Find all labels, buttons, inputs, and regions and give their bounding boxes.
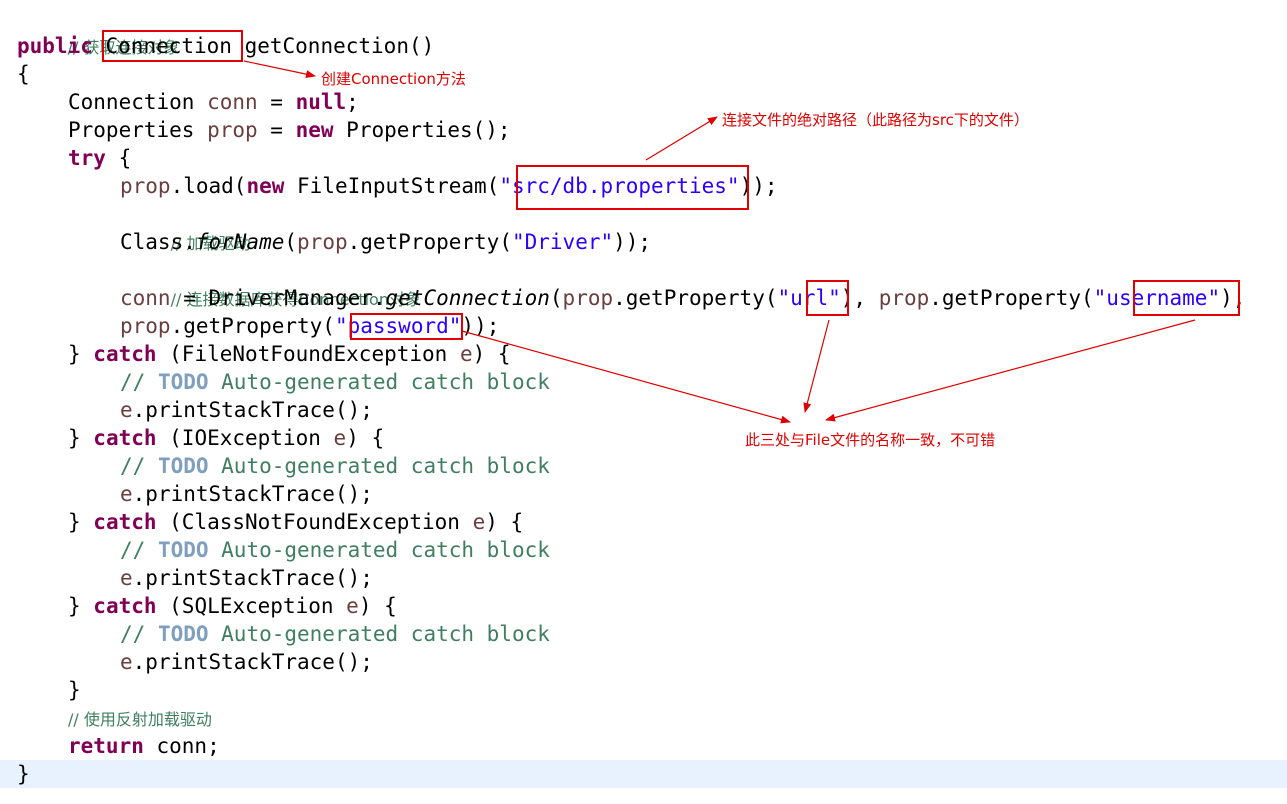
arrow-to-create-method xyxy=(243,60,316,79)
arrow-to-abs-path xyxy=(645,116,718,161)
arrow-from-url xyxy=(803,319,830,413)
annotation-arrows xyxy=(243,60,1196,424)
annotation-abs-path: 连接文件的绝对路径（此路径为src下的文件） xyxy=(722,111,1029,129)
arrow-from-password xyxy=(461,330,791,424)
annotation-consistent-names: 此三处与File文件的名称一致，不可错 xyxy=(745,431,996,449)
annotation-create-method: 创建Connection方法 xyxy=(321,70,466,88)
arrow-from-username xyxy=(825,319,1196,422)
